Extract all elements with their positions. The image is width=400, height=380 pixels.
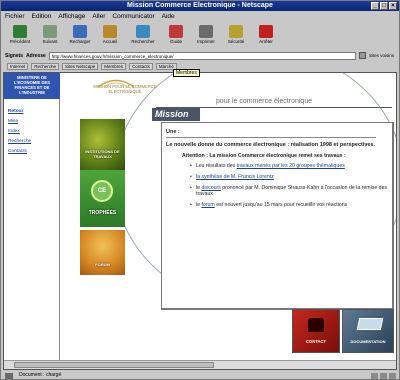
scrollbar-thumb[interactable]: [14, 362, 214, 368]
link-recherche[interactable]: Recherche: [31, 63, 60, 70]
documentation-image-icon: [356, 318, 384, 330]
horizontal-scrollbar[interactable]: [4, 360, 396, 369]
menu-communicator[interactable]: Communicator: [112, 12, 154, 22]
list-item: le forum est nouvert jusqu'au 15 mars po…: [190, 202, 390, 208]
intro-text: Le nouvelle donne du commerce électroniq…: [166, 142, 376, 148]
stop-button[interactable]: Arrêter: [251, 23, 281, 49]
tooltip: Membres: [173, 69, 200, 77]
link-membres[interactable]: Membres: [101, 63, 127, 70]
section-label: Une :: [166, 129, 180, 135]
title-bar: Mission Commerce Electronique - Netscape…: [1, 1, 399, 11]
list-item: Les résultats des travaux menés par les …: [190, 163, 390, 169]
related-sites-button[interactable]: Sites voisins: [369, 53, 399, 58]
browser-window: Mission Commerce Electronique - Netscape…: [0, 0, 400, 380]
personal-toolbar: Internet Recherche Sites Netscape Membre…: [1, 62, 399, 71]
security-button[interactable]: Sécurité: [221, 23, 251, 49]
location-bar: Signets Adresse http://www.finances.gouv…: [1, 50, 399, 61]
bookmarks-button[interactable]: Signets: [5, 53, 23, 59]
menu-bar: Fichier Edition Affichage Aller Communic…: [1, 12, 399, 22]
link-travaux[interactable]: travaux menés par les 20 groupes thémati…: [237, 163, 345, 169]
contact-button[interactable]: CONTACT: [292, 309, 340, 353]
menu-aide[interactable]: Aide: [162, 12, 175, 22]
trophy-badge-icon: CE: [91, 180, 113, 202]
ministry-banner[interactable]: MINISTERE DE L'ECONOMIE DES FINANCES ET …: [4, 73, 60, 99]
documentation-button[interactable]: DOCUMENTATION: [342, 309, 394, 353]
minimize-icon[interactable]: _: [371, 2, 379, 10]
home-icon: [103, 25, 117, 38]
nav-recherche[interactable]: Recherche: [4, 137, 59, 147]
url-field[interactable]: http://www.finances.gouv.fr/mission_comm…: [48, 51, 356, 60]
menu-aller[interactable]: Aller: [92, 12, 105, 22]
notice-text: Attention : La mission Commerce électron…: [182, 153, 346, 159]
contact-image-icon: [308, 318, 324, 332]
search-icon: [136, 25, 150, 38]
news-panel: Une : Le nouvelle donne du commerce élec…: [161, 122, 394, 310]
status-text: Document : chargé: [19, 372, 62, 378]
tile-caption: INSTITUTIONS DE TRAVAUX: [85, 149, 120, 159]
page-title: Mission: [152, 108, 200, 121]
news-list: Les résultats des travaux menés par les …: [190, 163, 390, 213]
tile-institutions[interactable]: INSTITUTIONS DE TRAVAUX: [80, 119, 125, 171]
status-bar: Document : chargé: [1, 371, 399, 380]
mail-icon[interactable]: [380, 372, 387, 379]
forward-button[interactable]: Suivant: [35, 23, 65, 49]
back-button[interactable]: Précédent: [5, 23, 35, 49]
tile-trophees[interactable]: CE TROPHÉES: [80, 170, 125, 227]
tile-caption: TROPHÉES: [88, 210, 117, 216]
guide-button[interactable]: Guide: [161, 23, 191, 49]
tile-caption: FORUM: [95, 262, 110, 267]
site-logo-text: MISSION POUR LE COMMERCE ELECTRONIQUE: [93, 84, 157, 94]
page-viewport: MINISTERE DE L'ECONOMIE DES FINANCES ET …: [3, 72, 397, 370]
menu-edition[interactable]: Edition: [32, 12, 52, 22]
list-item: la synthèse de M. Francis Lorentz: [190, 174, 390, 180]
nav-contacts[interactable]: Contacts: [4, 147, 59, 157]
home-button[interactable]: Accueil: [95, 23, 125, 49]
reload-button[interactable]: Recharger: [65, 23, 95, 49]
navigation-toolbar: Précédent Suivant Recharger Accueil Rech…: [1, 23, 399, 49]
component-bar: [371, 372, 399, 379]
back-arrow-icon: [13, 25, 27, 38]
nav-mise[interactable]: Mise: [4, 117, 59, 127]
site-sidebar: Retour Mise Index Recherche Contacts: [4, 99, 60, 369]
url-dropdown-icon[interactable]: [359, 52, 366, 59]
lock-icon: [229, 25, 243, 38]
stop-icon: [259, 25, 273, 38]
close-icon[interactable]: ×: [389, 2, 397, 10]
nav-index[interactable]: Index: [4, 127, 59, 137]
print-button[interactable]: Imprimer: [191, 23, 221, 49]
forward-arrow-icon: [43, 25, 57, 38]
link-contacts[interactable]: Contacts: [129, 63, 153, 70]
panel-divider: [166, 137, 376, 138]
search-button[interactable]: Rechercher: [125, 23, 161, 49]
window-title: Mission Commerce Electronique - Netscape: [127, 2, 273, 9]
composer-icon[interactable]: [389, 372, 396, 379]
security-status-icon[interactable]: [5, 372, 13, 379]
reload-icon: [73, 25, 87, 38]
print-icon: [199, 25, 213, 38]
guide-icon: [169, 25, 183, 38]
window-controls: _ □ ×: [371, 2, 397, 10]
link-sites-netscape[interactable]: Sites Netscape: [62, 63, 99, 70]
link-internet[interactable]: Internet: [7, 63, 29, 70]
list-item: le discours prononcé par M. Dominique St…: [190, 185, 390, 197]
link-forum[interactable]: forum: [201, 202, 214, 208]
header-subtitle: pour le commerce électronique: [216, 98, 313, 105]
menu-fichier[interactable]: Fichier: [5, 12, 25, 22]
menu-affichage[interactable]: Affichage: [58, 12, 85, 22]
navigator-icon[interactable]: [371, 372, 378, 379]
maximize-icon[interactable]: □: [380, 2, 388, 10]
tile-forum[interactable]: FORUM: [80, 230, 125, 275]
link-synthese[interactable]: la synthèse de M. Francis Lorentz: [196, 174, 274, 180]
nav-retour[interactable]: Retour: [4, 107, 59, 117]
location-label: Adresse: [26, 52, 46, 59]
